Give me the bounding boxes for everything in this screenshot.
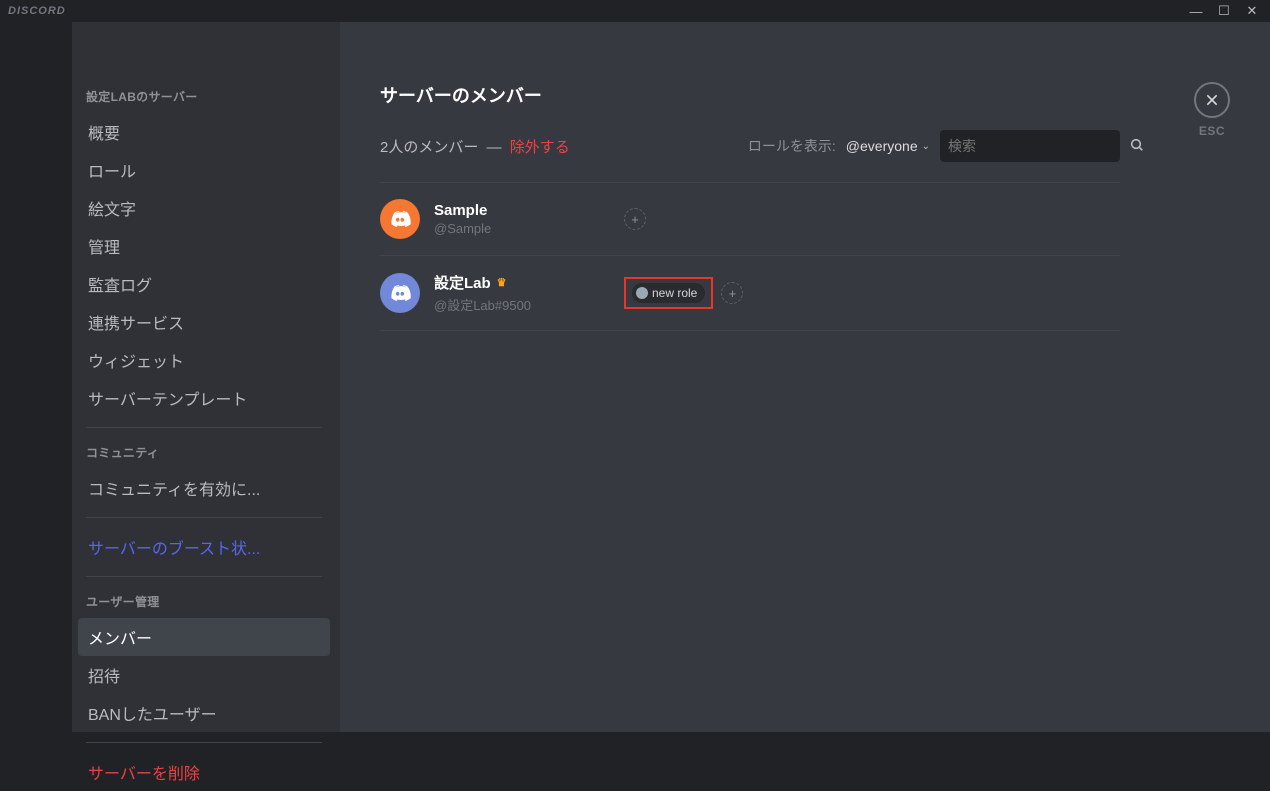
esc-label: ESC	[1194, 124, 1230, 138]
role-highlight-box: new role	[624, 277, 713, 309]
role-label: new role	[652, 286, 697, 300]
sidebar-item-delete-server[interactable]: サーバーを削除	[78, 753, 330, 791]
avatar	[380, 199, 420, 239]
sidebar-separator	[86, 427, 322, 428]
add-role-button[interactable]: +	[624, 208, 646, 230]
member-row[interactable]: 設定Lab♛ @設定Lab#9500 new role +	[380, 256, 1120, 331]
member-tag: @設定Lab#9500	[434, 295, 624, 314]
role-color-dot	[636, 287, 648, 299]
app-brand: DISCORD	[8, 5, 66, 17]
sidebar-item-emoji[interactable]: 絵文字	[78, 189, 330, 227]
search-box[interactable]	[940, 130, 1120, 162]
sidebar-item-overview[interactable]: 概要	[78, 113, 330, 151]
chevron-down-icon: ⌄	[922, 141, 930, 152]
sidebar-section-user-mgmt: ユーザー管理	[78, 587, 330, 618]
sidebar-item-template[interactable]: サーバーテンプレート	[78, 379, 330, 417]
window-maximize-button[interactable]: ☐	[1210, 0, 1238, 22]
sidebar-item-integrations[interactable]: 連携サービス	[78, 303, 330, 341]
role-pill[interactable]: new role	[632, 283, 705, 303]
search-input[interactable]	[948, 138, 1129, 154]
sidebar-item-audit-log[interactable]: 監査ログ	[78, 265, 330, 303]
sidebar-separator	[86, 576, 322, 577]
guild-strip	[0, 22, 72, 732]
sidebar-item-invites[interactable]: 招待	[78, 656, 330, 694]
settings-sidebar: 設定LABのサーバー 概要 ロール 絵文字 管理 監査ログ 連携サービス ウィジ…	[72, 22, 340, 732]
window-minimize-button[interactable]: —	[1182, 0, 1210, 22]
avatar	[380, 273, 420, 313]
sidebar-item-enable-community[interactable]: コミュニティを有効に...	[78, 469, 330, 507]
sidebar-item-bans[interactable]: BANしたユーザー	[78, 694, 330, 732]
sidebar-section-server: 設定LABのサーバー	[78, 82, 330, 113]
member-tag: @Sample	[434, 221, 624, 236]
page-title: サーバーのメンバー	[380, 82, 1120, 108]
sidebar-separator	[86, 742, 322, 743]
member-name: Sample	[434, 202, 624, 219]
member-count-row: 2人のメンバー — 除外する	[380, 136, 570, 157]
sidebar-section-community: コミュニティ	[78, 438, 330, 469]
sidebar-item-roles[interactable]: ロール	[78, 151, 330, 189]
member-count: 2人のメンバー	[380, 139, 478, 156]
window-close-button[interactable]: ✕	[1238, 0, 1266, 22]
owner-crown-icon: ♛	[497, 276, 507, 289]
search-icon	[1129, 137, 1145, 156]
role-filter-select[interactable]: @everyone ⌄	[846, 138, 930, 154]
role-filter-value: @everyone	[846, 138, 918, 154]
sidebar-item-members[interactable]: メンバー	[78, 618, 330, 656]
sidebar-item-moderation[interactable]: 管理	[78, 227, 330, 265]
add-role-button[interactable]: +	[721, 282, 743, 304]
prune-link[interactable]: 除外する	[510, 139, 570, 156]
sidebar-separator	[86, 517, 322, 518]
sidebar-item-widget[interactable]: ウィジェット	[78, 341, 330, 379]
sidebar-item-boost[interactable]: サーバーのブースト状...	[78, 528, 330, 566]
dash: —	[487, 139, 502, 156]
member-row[interactable]: Sample @Sample+	[380, 183, 1120, 256]
member-name: 設定Lab♛	[434, 272, 624, 293]
role-filter-label: ロールを表示:	[748, 136, 836, 156]
close-button[interactable]	[1194, 82, 1230, 118]
